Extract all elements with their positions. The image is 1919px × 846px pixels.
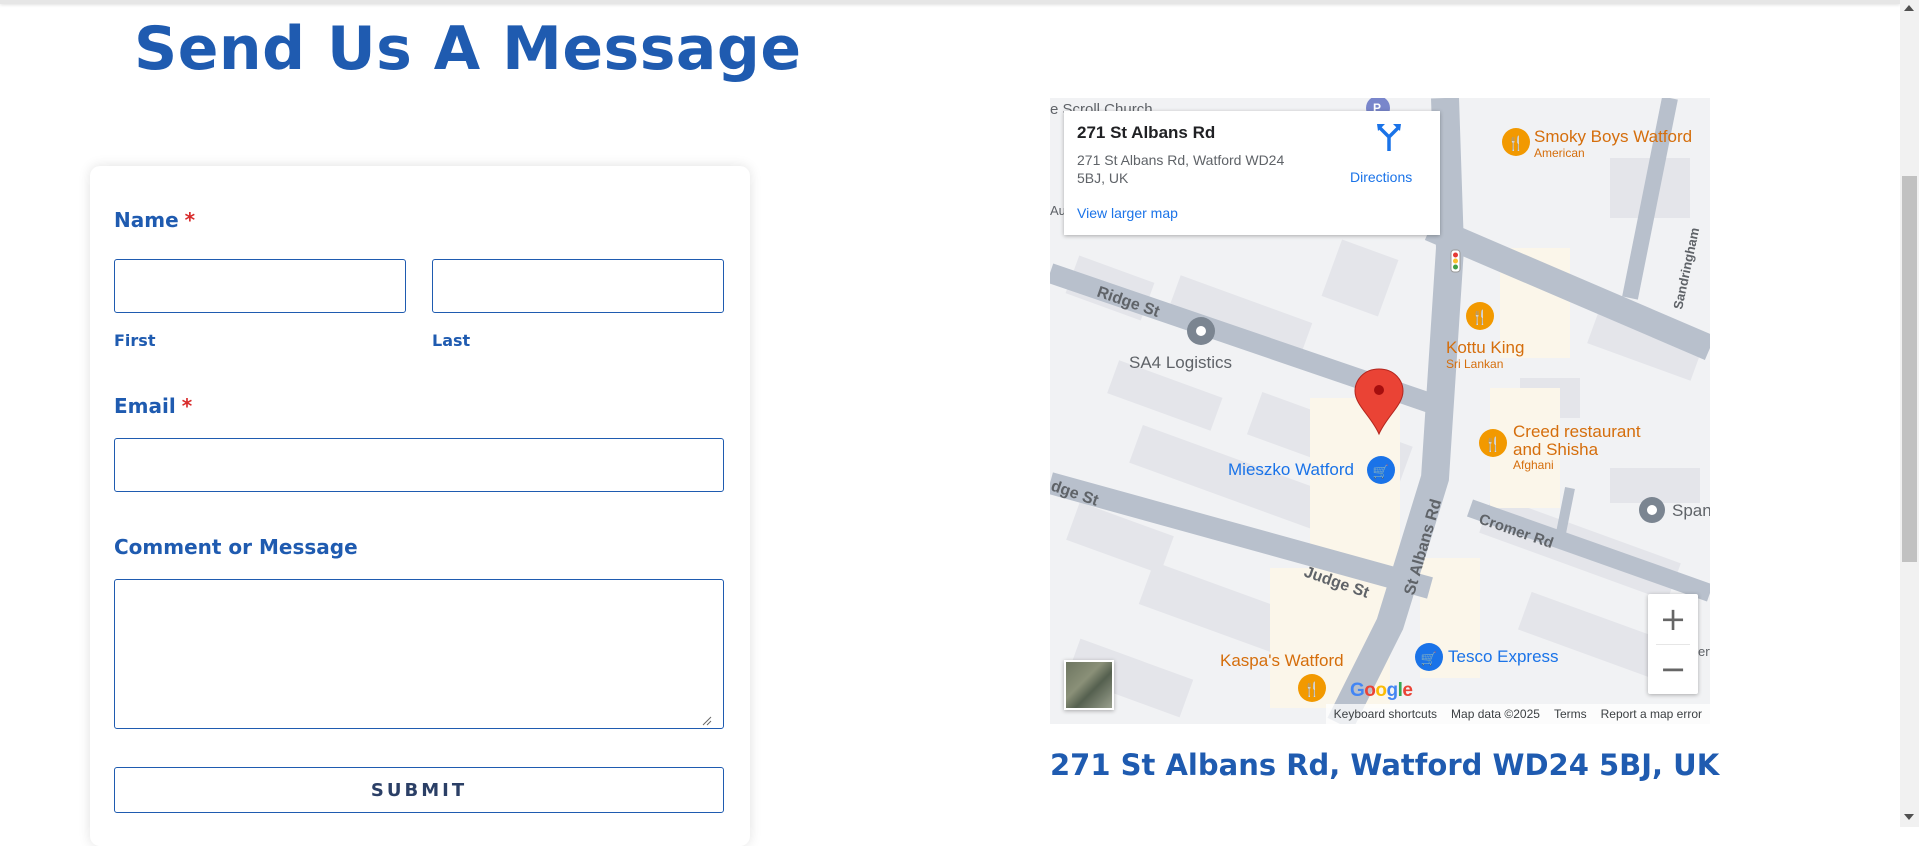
svg-text:🍴: 🍴 xyxy=(1507,135,1524,152)
poi-span[interactable]: Span xyxy=(1672,501,1710,521)
required-asterisk: * xyxy=(181,394,193,418)
poi-name: Kottu King xyxy=(1446,338,1525,357)
address-caption: 271 St Albans Rd, Watford WD24 5BJ, UK xyxy=(1050,748,1720,782)
first-name-input[interactable] xyxy=(114,259,406,313)
directions-link[interactable]: Directions xyxy=(1350,169,1412,185)
shopping-cart-icon: 🛒 xyxy=(1367,456,1395,484)
poi-kaspas[interactable]: Kaspa's Watford xyxy=(1220,651,1344,671)
svg-text:🛒: 🛒 xyxy=(1373,464,1389,480)
zoom-in-button[interactable]: + xyxy=(1648,594,1698,644)
poi-name: Smoky Boys Watford xyxy=(1534,127,1693,146)
email-label: Email * xyxy=(114,394,192,418)
poi-name: Creed restaurant xyxy=(1513,422,1641,441)
location-grey-icon xyxy=(1187,317,1215,345)
comment-label: Comment or Message xyxy=(114,535,358,559)
zoom-controls: + − xyxy=(1648,594,1698,694)
poi-category: American xyxy=(1534,146,1585,160)
page-scrollbar[interactable] xyxy=(1900,0,1919,827)
zoom-divider xyxy=(1656,644,1690,645)
scroll-up-arrow-icon[interactable] xyxy=(1904,5,1914,11)
last-name-input[interactable] xyxy=(432,259,724,313)
resize-handle-icon[interactable] xyxy=(702,716,712,726)
poi-name-line2: and Shisha xyxy=(1513,440,1599,459)
poi-mieszko[interactable]: Mieszko Watford xyxy=(1228,460,1354,480)
poi-creed-restaurant[interactable]: Creed restaurant and Shisha Afghani xyxy=(1513,423,1641,472)
top-header-edge xyxy=(0,0,1900,4)
poi-tesco[interactable]: Tesco Express xyxy=(1448,647,1559,667)
keyboard-shortcuts-link[interactable]: Keyboard shortcuts xyxy=(1334,707,1437,721)
shopping-cart-icon: 🛒 xyxy=(1415,643,1443,671)
last-sublabel: Last xyxy=(432,331,471,350)
google-logo: Google xyxy=(1350,680,1413,701)
poi-category: Sri Lankan xyxy=(1446,357,1504,371)
name-label: Name * xyxy=(114,208,195,232)
terms-link[interactable]: Terms xyxy=(1554,707,1587,721)
map-footer: Keyboard shortcuts Map data ©2025 Terms … xyxy=(1325,704,1710,724)
map-info-card: 271 St Albans Rd 271 St Albans Rd, Watfo… xyxy=(1064,111,1440,235)
zoom-out-button[interactable]: − xyxy=(1648,644,1698,694)
directions-icon[interactable] xyxy=(1377,123,1401,151)
svg-text:🛒: 🛒 xyxy=(1421,651,1437,667)
scrollbar-thumb[interactable] xyxy=(1902,176,1917,562)
street-label: Sandringham xyxy=(1670,226,1702,310)
poi-sa4-logistics[interactable]: SA4 Logistics xyxy=(1129,353,1232,373)
poi-kottu-king[interactable]: Kottu King Sri Lankan xyxy=(1446,338,1524,371)
contact-form: Name * First Last Email * Comment or Messa… xyxy=(90,166,750,846)
place-title: 271 St Albans Rd xyxy=(1077,123,1216,142)
embedded-map[interactable]: 🍴 🍴 🍴 🍴 🛒 🛒 Ridge St dge St Judge St St … xyxy=(1050,98,1710,724)
place-address: 271 St Albans Rd, Watford WD24 5BJ, UK xyxy=(1077,152,1285,186)
satellite-toggle[interactable] xyxy=(1064,660,1114,710)
comment-textarea[interactable] xyxy=(114,579,724,729)
svg-text:🍴: 🍴 xyxy=(1303,681,1320,698)
required-asterisk: * xyxy=(184,208,196,232)
map-data-text: Map data ©2025 xyxy=(1451,707,1540,721)
street-label: ert xyxy=(1698,644,1710,659)
svg-text:🍴: 🍴 xyxy=(1484,436,1501,453)
svg-text:🍴: 🍴 xyxy=(1471,309,1488,326)
poi-category: Afghani xyxy=(1513,458,1554,472)
email-input[interactable] xyxy=(114,438,724,492)
first-sublabel: First xyxy=(114,331,156,350)
name-label-text: Name xyxy=(114,208,179,232)
scroll-down-arrow-icon[interactable] xyxy=(1904,814,1914,820)
view-larger-map-link[interactable]: View larger map xyxy=(1077,205,1178,221)
restaurant-pin-icon: 🍴 xyxy=(1466,302,1494,330)
submit-button[interactable]: SUBMIT xyxy=(114,767,724,813)
school-icon xyxy=(1639,497,1665,523)
page-title: Send Us A Message xyxy=(134,14,802,84)
restaurant-pin-icon: 🍴 xyxy=(1479,429,1507,457)
email-label-text: Email xyxy=(114,394,176,418)
restaurant-pin-icon: 🍴 xyxy=(1298,674,1326,702)
report-error-link[interactable]: Report a map error xyxy=(1601,707,1702,721)
poi-smoky-boys[interactable]: Smoky Boys Watford American xyxy=(1534,127,1692,160)
restaurant-pin-icon: 🍴 xyxy=(1502,128,1530,156)
traffic-light-icon xyxy=(1450,249,1461,273)
